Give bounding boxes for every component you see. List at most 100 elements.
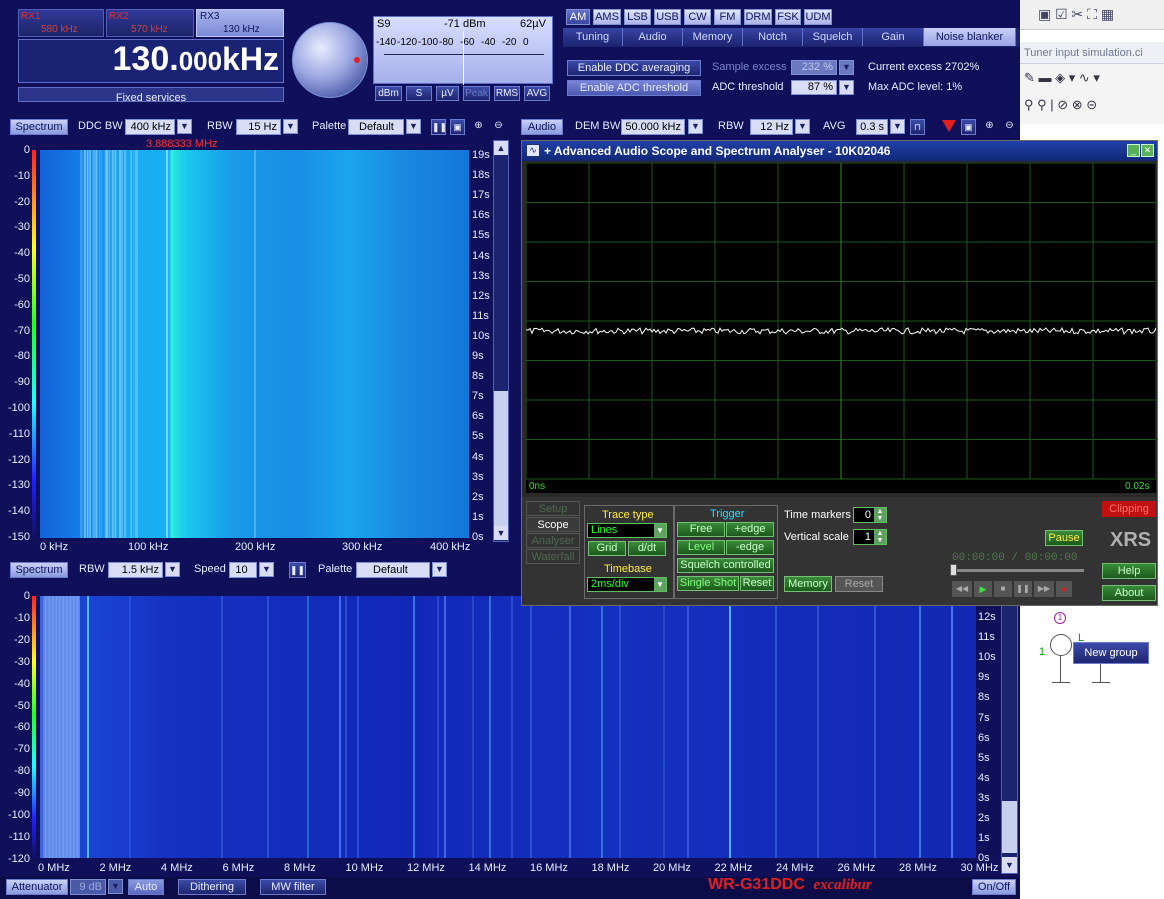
- free-button[interactable]: Free: [677, 522, 725, 537]
- dithering-button[interactable]: Dithering: [178, 879, 246, 895]
- mode-usb-button[interactable]: USB: [654, 9, 681, 25]
- spectrum-button[interactable]: Spectrum: [10, 119, 68, 135]
- receiver-tab-rx1[interactable]: RX1 580 kHz: [18, 9, 104, 37]
- tab-memory[interactable]: Memory: [683, 28, 743, 46]
- about-button[interactable]: About: [1102, 585, 1156, 601]
- ddc-bw-dropdown-icon[interactable]: ▼: [177, 119, 192, 134]
- single-shot-button[interactable]: Single Shot: [677, 576, 739, 591]
- mode-am-button[interactable]: AM: [566, 9, 590, 25]
- grid-button[interactable]: Grid: [588, 541, 626, 556]
- wide-scrollbar[interactable]: ▼: [1001, 596, 1018, 874]
- wide-scroll-down-icon[interactable]: ▼: [1002, 857, 1017, 873]
- scope-tab-waterfall[interactable]: Waterfall: [526, 549, 580, 564]
- wide-spectrum-button[interactable]: Spectrum: [10, 562, 68, 578]
- time-markers-spinner[interactable]: 0 ▲ ▼: [853, 507, 887, 523]
- mode-fm-button[interactable]: FM: [714, 9, 741, 25]
- new-group-button[interactable]: New group: [1073, 642, 1149, 664]
- wide-palette-dropdown-icon[interactable]: ▼: [432, 562, 447, 577]
- mw-filter-button[interactable]: MW filter: [260, 879, 326, 895]
- zoom-in-icon[interactable]: ⊕: [470, 119, 487, 135]
- audio-zoom-in-icon[interactable]: ⊕: [981, 119, 998, 135]
- scope-tab-analyser[interactable]: Analyser: [526, 533, 580, 548]
- scroll-down-icon[interactable]: ▼: [494, 526, 508, 540]
- wide-scroll-thumb[interactable]: [1002, 801, 1017, 853]
- play-icon[interactable]: ▶: [974, 581, 992, 597]
- audio-zoom-out-icon[interactable]: ⊖: [1001, 119, 1018, 135]
- ddc-waterfall[interactable]: 3.888333 MHz: [40, 138, 469, 538]
- palette-select[interactable]: Default: [348, 119, 404, 135]
- tab-notch[interactable]: Notch: [743, 28, 803, 46]
- scope-tab-scope[interactable]: Scope: [526, 517, 580, 532]
- document-tab-title[interactable]: Tuner input simulation.ci: [1024, 47, 1143, 59]
- attenuator-button[interactable]: Attenuator: [6, 879, 68, 895]
- wide-rbw-dropdown-icon[interactable]: ▼: [165, 562, 180, 577]
- sample-excess-field[interactable]: 232 %: [791, 60, 837, 75]
- bg-toolbar-icons[interactable]: ✎ ▬ ◈ ▾ ∿ ▾: [1024, 70, 1100, 86]
- attenuator-value[interactable]: 9 dB: [70, 879, 106, 895]
- scroll-thumb[interactable]: [494, 391, 508, 526]
- memory-button[interactable]: Memory: [784, 576, 832, 592]
- help-button[interactable]: Help: [1102, 563, 1156, 579]
- rbw-dropdown-icon[interactable]: ▼: [283, 119, 298, 134]
- close-icon[interactable]: ✕: [1141, 144, 1154, 157]
- pause-small-icon[interactable]: ❚❚: [1014, 581, 1032, 597]
- scroll-up-icon[interactable]: ▲: [494, 141, 508, 155]
- mode-ams-button[interactable]: AMS: [593, 9, 621, 25]
- stop-icon[interactable]: ■: [994, 581, 1012, 597]
- meter-uv-button[interactable]: µV: [436, 86, 459, 101]
- wide-pause-icon[interactable]: ❚❚: [289, 562, 306, 578]
- receiver-tab-rx2[interactable]: RX2 570 kHz: [106, 9, 194, 37]
- rbw-select[interactable]: 15 Hz: [236, 119, 281, 135]
- palette-dropdown-icon[interactable]: ▼: [406, 119, 421, 134]
- toolbar-icons[interactable]: ▣ ☑ ✂ ⛶ ▦: [1038, 6, 1114, 23]
- tuning-knob[interactable]: [292, 22, 368, 98]
- ddc-bw-select[interactable]: 400 kHz: [125, 119, 175, 135]
- meter-peak-button[interactable]: Peak: [463, 86, 490, 101]
- scope-titlebar[interactable]: ∿ + Advanced Audio Scope and Spectrum An…: [522, 141, 1157, 161]
- pause-icon[interactable]: ❚❚: [431, 119, 446, 135]
- adc-threshold-spinner[interactable]: ▼: [839, 80, 854, 95]
- wideband-waterfall[interactable]: [40, 596, 976, 858]
- attenuator-dropdown-icon[interactable]: ▼: [108, 879, 123, 894]
- memory-reset-button[interactable]: Reset: [835, 576, 883, 592]
- on-off-button[interactable]: On/Off: [972, 879, 1016, 895]
- mode-fsk-button[interactable]: FSK: [775, 9, 801, 25]
- save-icon[interactable]: ▣: [450, 119, 465, 135]
- meter-rms-button[interactable]: RMS: [494, 86, 520, 101]
- audio-pause-icon[interactable]: ▣: [961, 119, 976, 135]
- fast-forward-icon[interactable]: ▶▶: [1034, 581, 1054, 597]
- tab-audio[interactable]: Audio: [623, 28, 683, 46]
- wide-rbw-select[interactable]: 1.5 kHz: [108, 562, 163, 578]
- wideband-selection[interactable]: [40, 596, 80, 858]
- mode-udm-button[interactable]: UDM: [804, 9, 832, 25]
- meter-s-button[interactable]: S: [406, 86, 432, 101]
- level-button[interactable]: Level: [677, 540, 725, 555]
- audio-button[interactable]: Audio: [521, 119, 563, 135]
- enable-adc-threshold-button[interactable]: Enable ADC threshold: [567, 80, 701, 96]
- receiver-tab-rx3[interactable]: RX3 130 kHz: [196, 9, 284, 37]
- lock-icon[interactable]: ⊓: [910, 119, 925, 135]
- minimize-icon[interactable]: _: [1127, 144, 1140, 157]
- mode-drm-button[interactable]: DRM: [744, 9, 772, 25]
- pause-button[interactable]: Pause: [1045, 530, 1083, 546]
- adc-threshold-field[interactable]: 87 %: [791, 80, 837, 95]
- tab-noise-blanker[interactable]: Noise blanker: [924, 28, 1016, 46]
- record-icon[interactable]: ●: [1056, 581, 1072, 597]
- trace-type-select[interactable]: Lines ▼: [587, 523, 667, 538]
- wide-palette-select[interactable]: Default: [356, 562, 430, 578]
- scope-display[interactable]: 0ns 0.02s: [526, 163, 1156, 493]
- audio-rbw-dropdown-icon[interactable]: ▼: [795, 119, 810, 134]
- ddt-button[interactable]: d/dt: [628, 541, 666, 556]
- speed-select[interactable]: 10: [229, 562, 257, 578]
- speed-dropdown-icon[interactable]: ▼: [259, 562, 274, 577]
- marker-down-icon[interactable]: [942, 120, 956, 132]
- rewind-icon[interactable]: ◀◀: [952, 581, 972, 597]
- avg-select[interactable]: 0.3 s: [856, 119, 888, 135]
- tab-squelch[interactable]: Squelch: [803, 28, 863, 46]
- playback-slider-handle[interactable]: [950, 564, 957, 576]
- tab-tuning[interactable]: Tuning: [563, 28, 623, 46]
- dem-bw-select[interactable]: 50.000 kHz: [621, 119, 685, 135]
- auto-button[interactable]: Auto: [128, 879, 164, 895]
- neg-edge-button[interactable]: -edge: [726, 540, 774, 555]
- tab-gain[interactable]: Gain: [863, 28, 924, 46]
